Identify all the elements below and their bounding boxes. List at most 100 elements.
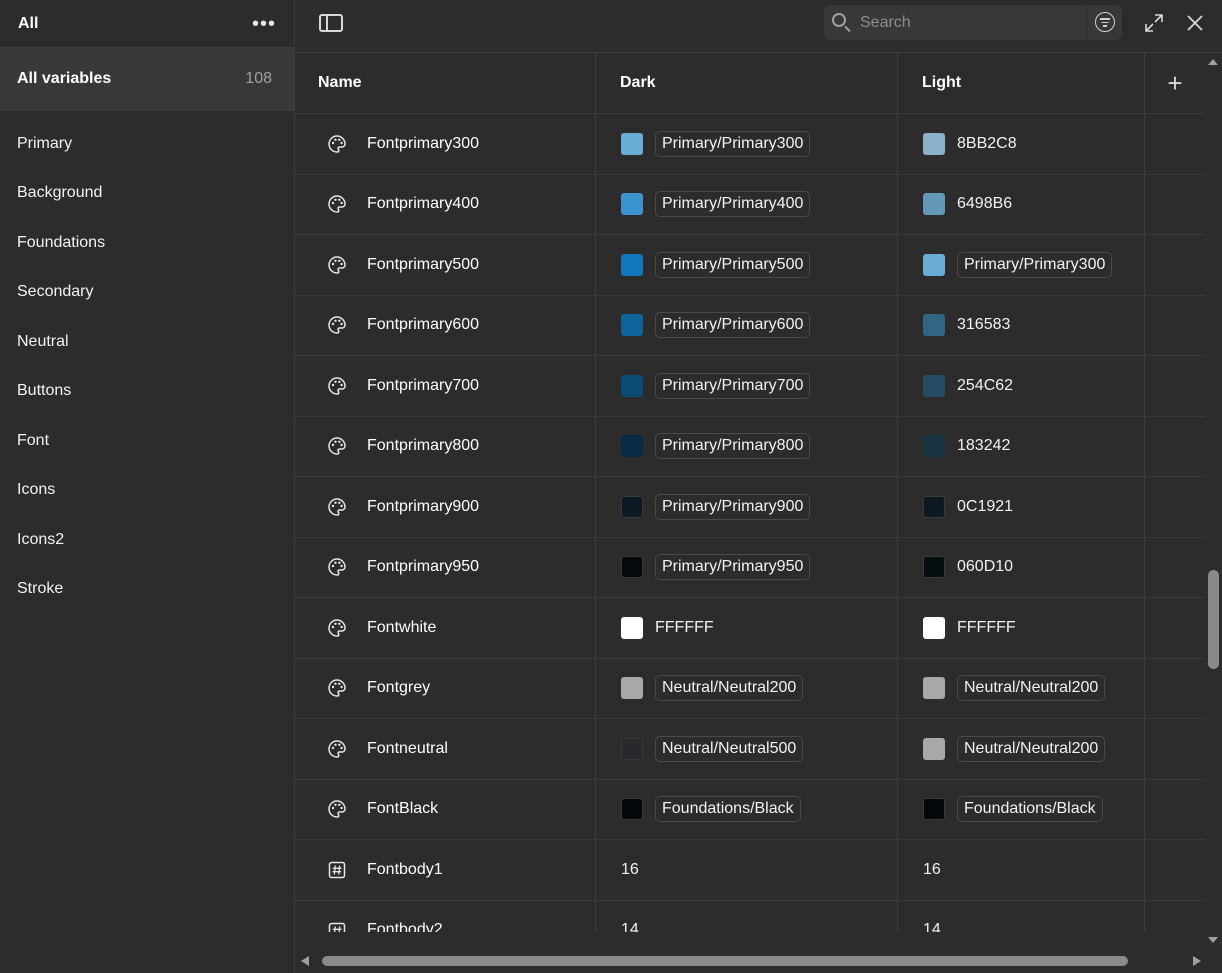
scroll-right-icon[interactable] — [1193, 956, 1201, 966]
horizontal-scrollbar[interactable] — [295, 949, 1205, 973]
variable-name-cell[interactable]: Fontprimary300 — [295, 114, 595, 174]
variable-name-cell[interactable]: FontBlack — [295, 780, 595, 840]
alias-chip[interactable]: Primary/Primary500 — [655, 251, 811, 278]
color-swatch[interactable] — [621, 193, 643, 216]
expand-icon[interactable] — [1143, 12, 1165, 34]
variable-name-cell[interactable]: Fontbody1 — [295, 840, 595, 900]
sidebar-item-background[interactable]: Background — [0, 169, 294, 219]
more-options-icon[interactable]: ••• — [252, 14, 276, 34]
sidebar-item-buttons[interactable]: Buttons — [0, 367, 294, 417]
table-row[interactable]: Fontprimary900 Primary/Primary900 0C1921 — [295, 477, 1205, 538]
light-value-cell[interactable]: Neutral/Neutral200 — [897, 658, 1144, 718]
variable-name-cell[interactable]: Fontprimary700 — [295, 356, 595, 416]
table-row[interactable]: Fontprimary800 Primary/Primary800 183242 — [295, 416, 1205, 477]
color-swatch[interactable] — [621, 495, 643, 518]
table-row[interactable]: FontBlack Foundations/Black Foundations/Bl… — [295, 779, 1205, 840]
table-row[interactable]: Fontgrey Neutral/Neutral200 Neutral/Neutra… — [295, 658, 1205, 719]
table-row[interactable]: Fontbody2 14 14 — [295, 900, 1205, 932]
vertical-scrollbar[interactable] — [1205, 53, 1222, 949]
close-icon[interactable] — [1184, 12, 1206, 34]
sidebar-item-primary[interactable]: Primary — [0, 119, 294, 169]
dark-value-cell[interactable]: Primary/Primary900 — [595, 477, 897, 537]
alias-chip[interactable]: Foundations/Black — [655, 796, 801, 823]
light-value-cell[interactable]: 6498B6 — [897, 174, 1144, 234]
color-swatch[interactable] — [923, 253, 945, 276]
color-swatch[interactable] — [923, 374, 945, 397]
color-swatch[interactable] — [923, 132, 945, 155]
add-mode-button[interactable]: + — [1144, 53, 1205, 113]
color-swatch[interactable] — [923, 798, 945, 821]
scroll-left-icon[interactable] — [301, 956, 309, 966]
alias-chip[interactable]: Neutral/Neutral200 — [957, 735, 1106, 762]
sidebar-item-neutral[interactable]: Neutral — [0, 317, 294, 367]
light-value-cell[interactable]: 316583 — [897, 295, 1144, 355]
collection-title[interactable]: All — [18, 15, 38, 33]
column-header-dark[interactable]: Dark — [595, 53, 897, 113]
alias-chip[interactable]: Neutral/Neutral200 — [655, 675, 804, 702]
variable-name-cell[interactable]: Fontbody2 — [295, 901, 595, 932]
light-value-cell[interactable]: 060D10 — [897, 537, 1144, 597]
sidebar-item-foundations[interactable]: Foundations — [0, 218, 294, 268]
table-row[interactable]: Fontprimary300 Primary/Primary300 8BB2C8 — [295, 114, 1205, 175]
dark-value-cell[interactable]: Primary/Primary300 — [595, 114, 897, 174]
color-swatch[interactable] — [621, 314, 643, 337]
color-swatch[interactable] — [923, 556, 945, 579]
table-row[interactable]: Fontprimary600 Primary/Primary600 316583 — [295, 295, 1205, 356]
table-row[interactable]: Fontprimary700 Primary/Primary700 254C62 — [295, 356, 1205, 417]
light-value-cell[interactable]: 0C1921 — [897, 477, 1144, 537]
horizontal-scroll-thumb[interactable] — [322, 956, 1128, 966]
alias-chip[interactable]: Primary/Primary300 — [957, 251, 1113, 278]
light-value-cell[interactable]: FFFFFF — [897, 598, 1144, 658]
variable-name-cell[interactable]: Fontgrey — [295, 659, 595, 719]
vertical-scroll-thumb[interactable] — [1208, 570, 1219, 669]
alias-chip[interactable]: Primary/Primary900 — [655, 493, 811, 520]
dark-value-cell[interactable]: Primary/Primary700 — [595, 356, 897, 416]
variable-name-cell[interactable]: Fontprimary950 — [295, 538, 595, 598]
color-swatch[interactable] — [923, 616, 945, 639]
alias-chip[interactable]: Primary/Primary800 — [655, 433, 811, 460]
color-swatch[interactable] — [923, 677, 945, 700]
dark-value-cell[interactable]: Primary/Primary500 — [595, 235, 897, 295]
alias-chip[interactable]: Primary/Primary700 — [655, 372, 811, 399]
dark-value-cell[interactable]: Neutral/Neutral200 — [595, 658, 897, 718]
dark-value-cell[interactable]: 16 — [595, 840, 897, 900]
color-swatch[interactable] — [621, 616, 643, 639]
table-row[interactable]: Fontprimary500 Primary/Primary500 Primary/… — [295, 235, 1205, 296]
color-swatch[interactable] — [621, 374, 643, 397]
alias-chip[interactable]: Primary/Primary300 — [655, 130, 811, 157]
search-box[interactable] — [824, 5, 1122, 40]
dark-value-cell[interactable]: 14 — [595, 900, 897, 932]
alias-chip[interactable]: Primary/Primary400 — [655, 191, 811, 218]
sidebar-item-secondary[interactable]: Secondary — [0, 268, 294, 318]
table-row[interactable]: Fontprimary950 Primary/Primary950 060D10 — [295, 537, 1205, 598]
color-swatch[interactable] — [621, 253, 643, 276]
variable-name-cell[interactable]: Fontwhite — [295, 598, 595, 658]
alias-chip[interactable]: Foundations/Black — [957, 796, 1103, 823]
color-swatch[interactable] — [923, 435, 945, 458]
alias-chip[interactable]: Neutral/Neutral500 — [655, 735, 804, 762]
dark-value-cell[interactable]: Primary/Primary600 — [595, 295, 897, 355]
variable-name-cell[interactable]: Fontprimary400 — [295, 175, 595, 235]
variable-name-cell[interactable]: Fontprimary600 — [295, 296, 595, 356]
color-swatch[interactable] — [923, 495, 945, 518]
light-value-cell[interactable]: 8BB2C8 — [897, 114, 1144, 174]
light-value-cell[interactable]: Neutral/Neutral200 — [897, 719, 1144, 779]
search-input[interactable] — [860, 5, 1080, 40]
dark-value-cell[interactable]: Primary/Primary400 — [595, 174, 897, 234]
dark-value-cell[interactable]: Primary/Primary950 — [595, 537, 897, 597]
variable-name-cell[interactable]: Fontprimary500 — [295, 235, 595, 295]
alias-chip[interactable]: Primary/Primary950 — [655, 554, 811, 581]
color-swatch[interactable] — [923, 737, 945, 760]
table-row[interactable]: Fontneutral Neutral/Neutral500 Neutral/Neu… — [295, 719, 1205, 780]
light-value-cell[interactable]: 14 — [897, 900, 1144, 932]
variable-name-cell[interactable]: Fontneutral — [295, 719, 595, 779]
scroll-down-icon[interactable] — [1208, 937, 1218, 943]
sidebar-item-icons2[interactable]: Icons2 — [0, 515, 294, 565]
scroll-up-icon[interactable] — [1208, 59, 1218, 65]
color-swatch[interactable] — [621, 677, 643, 700]
sidebar-item-icons[interactable]: Icons — [0, 466, 294, 516]
alias-chip[interactable]: Primary/Primary600 — [655, 312, 811, 339]
filter-icon[interactable] — [1095, 12, 1115, 32]
light-value-cell[interactable]: 254C62 — [897, 356, 1144, 416]
variable-name-cell[interactable]: Fontprimary900 — [295, 477, 595, 537]
